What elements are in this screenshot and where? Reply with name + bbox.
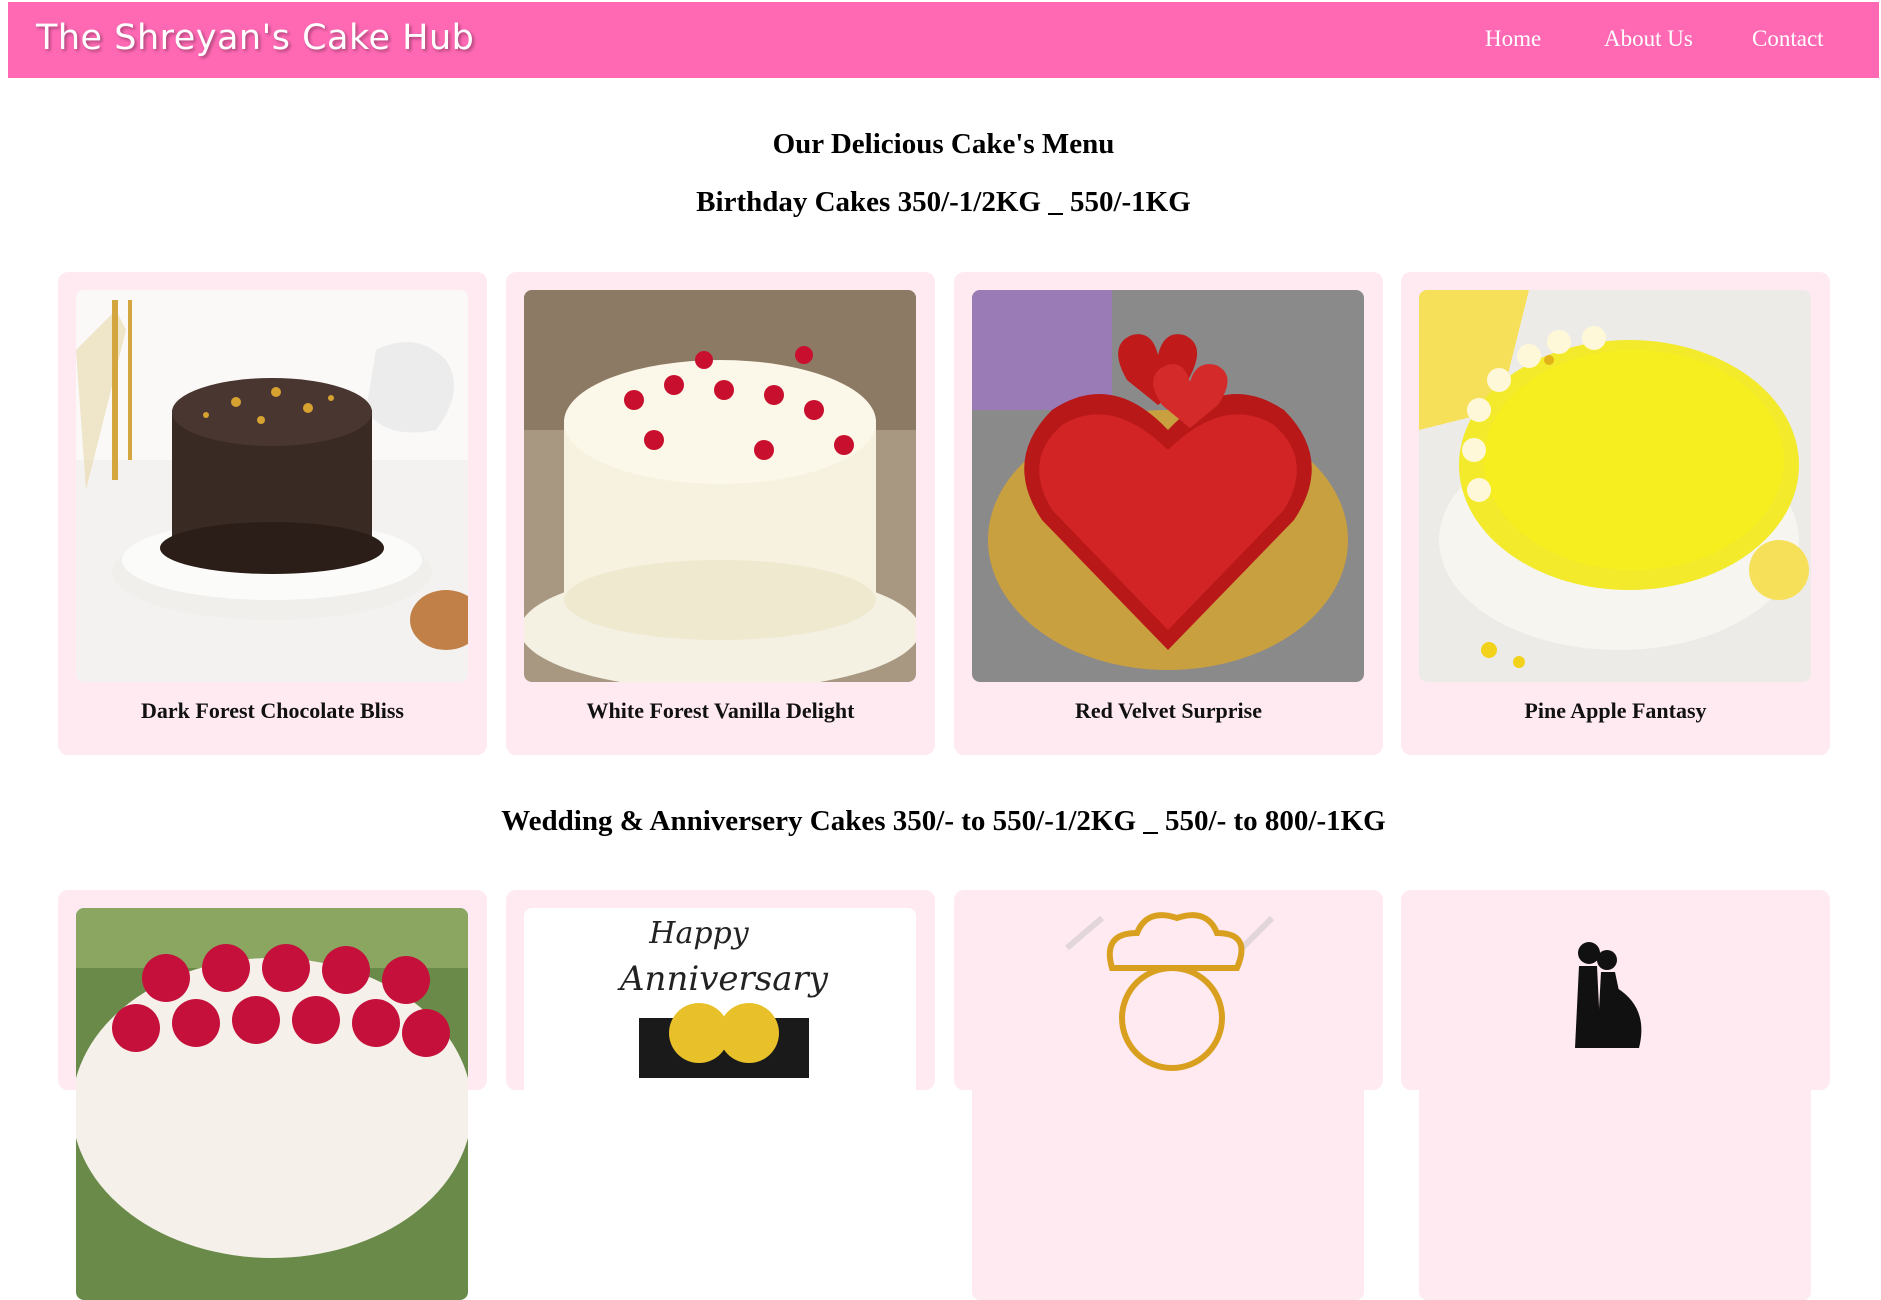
cake-name: Red Velvet Surprise: [1075, 698, 1262, 723]
svg-text:Anniversary: Anniversary: [617, 959, 829, 999]
wedding-heading: Wedding & Anniversery Cakes 350/- to 550…: [501, 805, 1386, 837]
cake-card[interactable]: Pine Apple Fantasy: [1401, 272, 1830, 755]
cake-card[interactable]: [954, 890, 1383, 1300]
chef-logo-image: [972, 908, 1364, 1300]
nav-home-link[interactable]: Home: [1485, 26, 1541, 52]
menu-title: Our Delicious Cake's Menu: [772, 128, 1115, 160]
birthday-heading: Birthday Cakes 350/-1/2KG _ 550/-1KG: [696, 186, 1191, 218]
happy-anniversary-cake-image: Happy Anniversary: [524, 908, 916, 1300]
cake-name: Pine Apple Fantasy: [1524, 698, 1707, 723]
svg-text:Happy: Happy: [648, 916, 749, 951]
navbar: The Shreyan's Cake Hub Home About Us Con…: [8, 2, 1879, 78]
white-forest-cake-image: [524, 290, 916, 682]
cake-name: Dark Forest Chocolate Bliss: [141, 698, 404, 723]
cake-card[interactable]: Red Velvet Surprise: [954, 272, 1383, 755]
brand-title[interactable]: The Shreyan's Cake Hub: [36, 18, 474, 58]
cake-card[interactable]: Happy Anniversary: [506, 890, 935, 1300]
red-velvet-heart-cake-image: [972, 290, 1364, 682]
couple-silhouette-image: [1419, 908, 1811, 1300]
cake-name: White Forest Vanilla Delight: [586, 698, 855, 723]
pineapple-cake-image: [1419, 290, 1811, 682]
cake-card[interactable]: Dark Forest Chocolate Bliss: [58, 272, 487, 755]
chocolate-cake-image: [76, 290, 468, 682]
nav-about-link[interactable]: About Us: [1604, 26, 1693, 52]
nav-contact-link[interactable]: Contact: [1752, 26, 1824, 52]
cake-card[interactable]: [1401, 890, 1830, 1300]
red-rose-cake-image: [76, 908, 468, 1300]
cake-card[interactable]: White Forest Vanilla Delight: [506, 272, 935, 755]
cake-card[interactable]: [58, 890, 487, 1300]
